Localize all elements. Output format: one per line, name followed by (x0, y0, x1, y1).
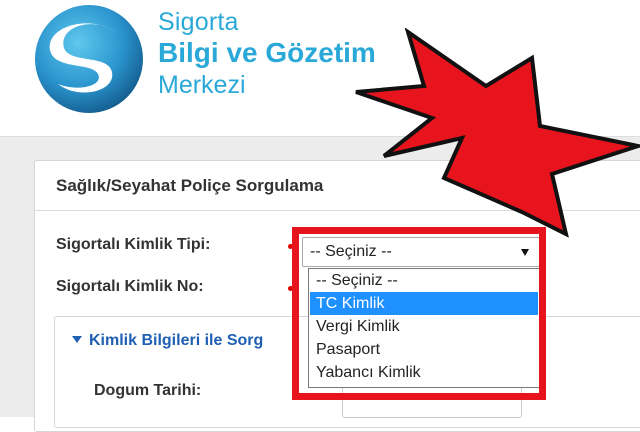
dogum-tarihi-label: Dogum Tarihi: (94, 382, 202, 399)
kimlik-tipi-label: Sigortalı Kimlik Tipi: (56, 236, 211, 253)
kimlik-no-label: Sigortalı Kimlik No: (56, 278, 204, 295)
red-arrow-icon (355, 28, 640, 238)
section-title: Kimlik Bilgileri ile Sorg (89, 332, 264, 349)
kimlik-bilgileri-toggle[interactable]: Kimlik Bilgileri ile Sorg (72, 332, 263, 350)
panel-title: Sağlık/Seyahat Poliçe Sorgulama (56, 176, 324, 195)
sbm-logo-icon[interactable] (32, 2, 146, 116)
caret-down-icon (72, 336, 82, 343)
red-highlight-box (292, 227, 546, 400)
